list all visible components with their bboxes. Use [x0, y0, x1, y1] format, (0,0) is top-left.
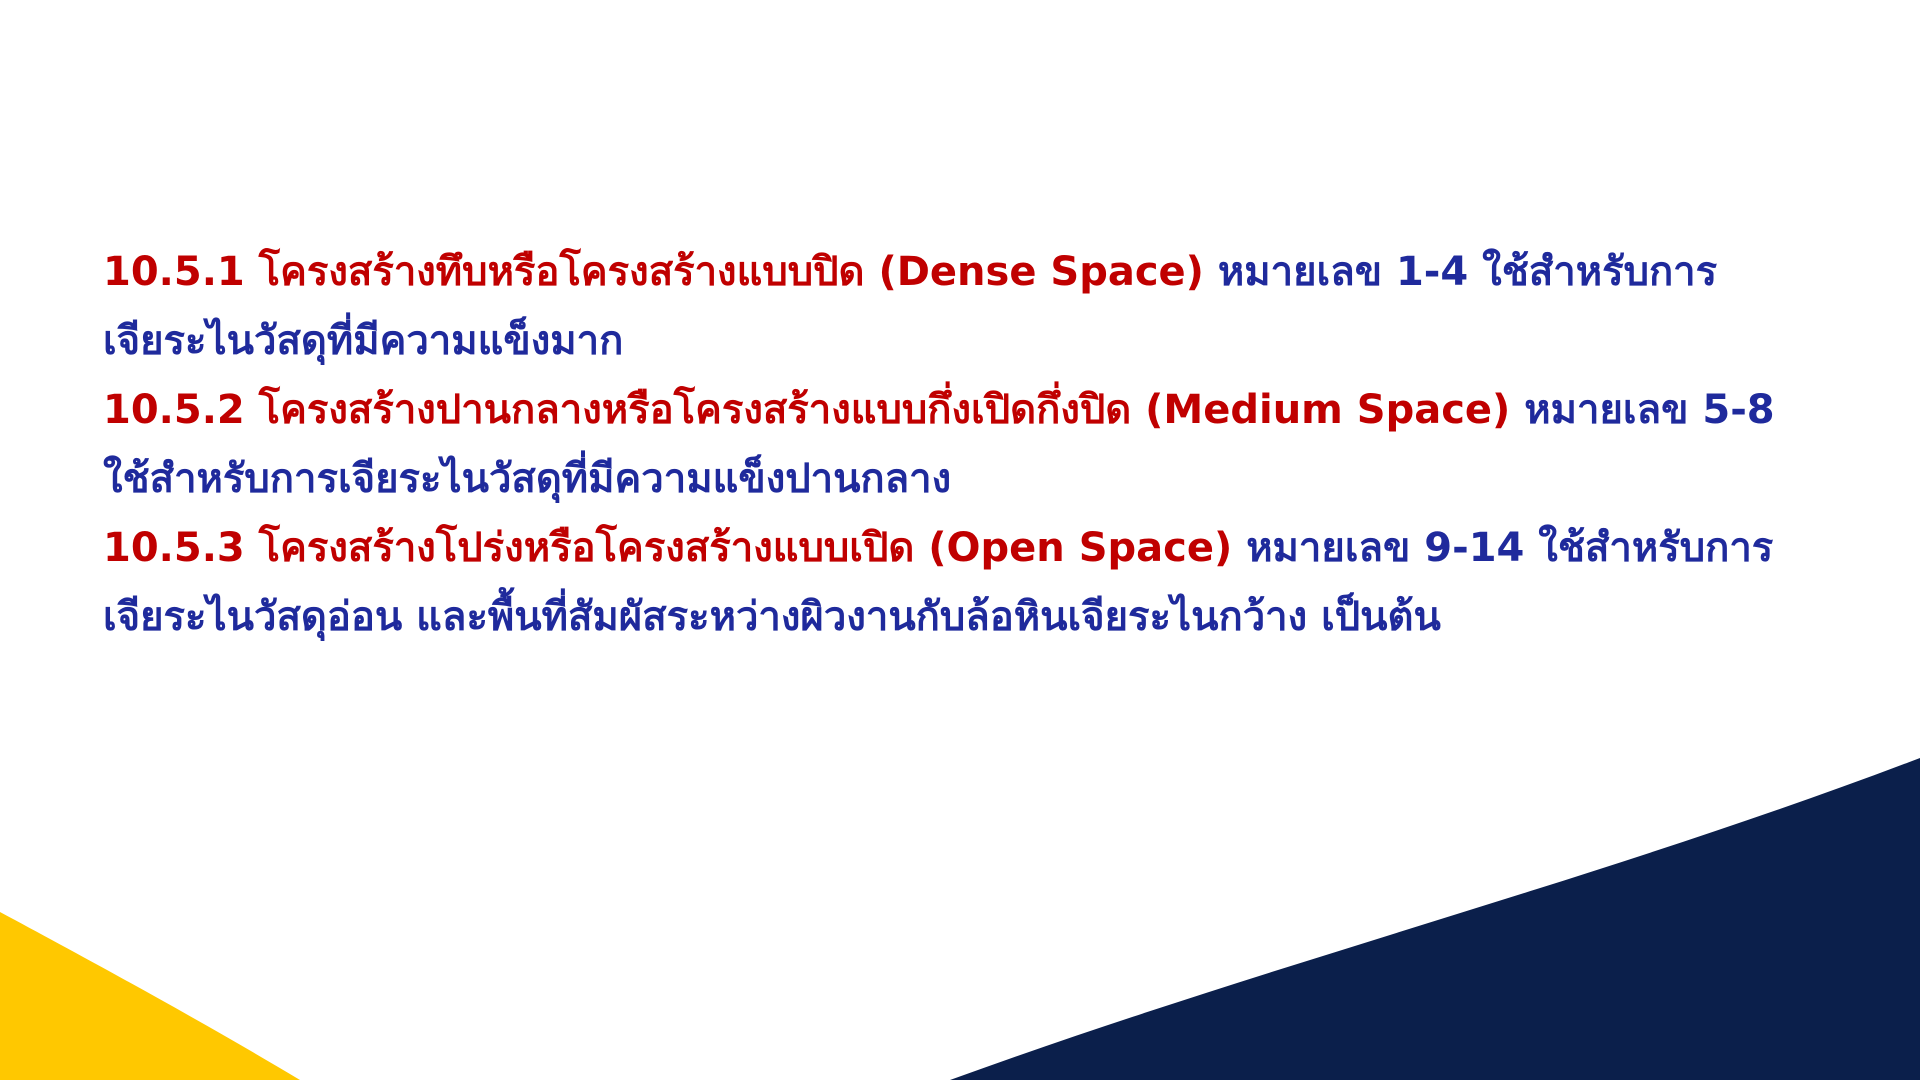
item-heading: โครงสร้างปานกลางหรือโครงสร้างแบบกึ่งเปิด… — [258, 387, 1511, 433]
item-heading: โครงสร้างทึบหรือโครงสร้างแบบปิด (Dense S… — [258, 249, 1204, 295]
item-heading: โครงสร้างโปร่งหรือโครงสร้างแบบเปิด (Open… — [258, 525, 1233, 571]
item-number: 10.5.3 — [103, 525, 245, 571]
slide: 10.5.1 โครงสร้างทึบหรือโครงสร้างแบบปิด (… — [0, 0, 1920, 1080]
list-item: 10.5.3 โครงสร้างโปร่งหรือโครงสร้างแบบเปิ… — [103, 514, 1823, 652]
list-item: 10.5.1 โครงสร้างทึบหรือโครงสร้างแบบปิด (… — [103, 238, 1823, 376]
navy-wave-shape — [950, 758, 1920, 1080]
content-block: 10.5.1 โครงสร้างทึบหรือโครงสร้างแบบปิด (… — [103, 238, 1823, 652]
item-number: 10.5.1 — [103, 249, 245, 295]
item-number: 10.5.2 — [103, 387, 245, 433]
list-item: 10.5.2 โครงสร้างปานกลางหรือโครงสร้างแบบก… — [103, 376, 1823, 514]
yellow-wave-shape — [0, 912, 300, 1080]
